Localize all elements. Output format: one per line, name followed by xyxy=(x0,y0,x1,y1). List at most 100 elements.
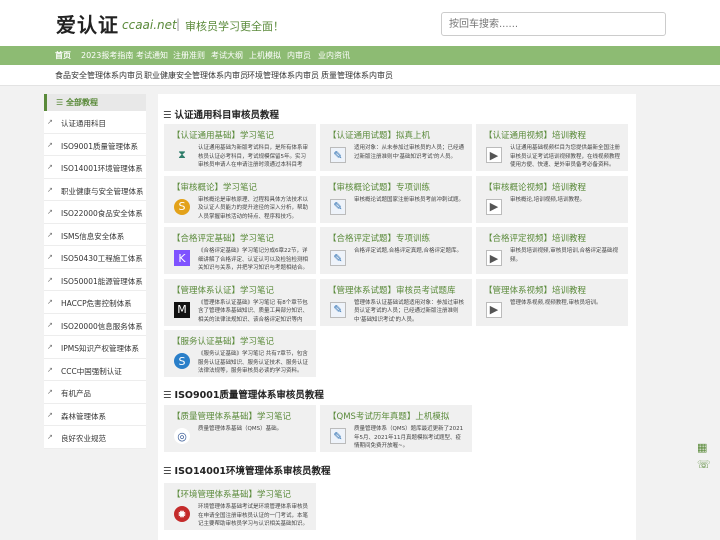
external-link-icon: ↗ xyxy=(47,298,53,306)
nav-registration-rules[interactable]: 注册准则 xyxy=(173,50,205,61)
nav-exam-guide[interactable]: 2023报考指南 xyxy=(81,50,133,61)
sidebar-item[interactable]: ↗ ISMS信息安全体系 xyxy=(44,224,146,246)
course-card[interactable]: 【服务认证基础】学习笔记 S 《服务认证基础》学习笔记 共有7章节，包含服务认证基础… xyxy=(164,330,316,377)
coin-icon: S xyxy=(174,198,190,215)
card-title[interactable]: 【认证通用视频】培训教程 xyxy=(484,129,586,141)
card-title[interactable]: 【合格评定视频】培训教程 xyxy=(484,232,586,244)
list-icon: ☰ xyxy=(163,466,172,477)
sidebar-item-label: ISO20000信息服务体系 xyxy=(61,321,143,331)
external-link-icon: ↗ xyxy=(47,410,53,419)
card-description: 认证通用基础为新版考试科目，是所有体系审核员认证必考科目，考试规模保留5年。实习… xyxy=(198,145,309,168)
card-title[interactable]: 【管理体系试题】审核员考试题库 xyxy=(328,284,456,296)
course-card[interactable]: 【管理体系试题】审核员考试题库 ✎ 管理体系认证基础试题适用对象：参加过审核员认证考… xyxy=(320,278,472,326)
sidebar-item-label: ISO14001环境管理体系 xyxy=(61,164,143,173)
course-card[interactable]: 【认证通用试题】拟真上机 ✎ 适用对象：从未参加过审核员的人员；已经通过新版注册准则… xyxy=(320,124,472,171)
edit-icon: ✎ xyxy=(330,250,346,266)
external-link-icon: ↗ xyxy=(47,185,53,194)
site-logo[interactable]: 爱认证 xyxy=(56,9,119,38)
course-card[interactable]: 【认证通用基础】学习笔记 ⧗ 认证通用基础为新版考试科目，是所有体系审核员认证必考科… xyxy=(164,124,316,171)
logo-separator: | xyxy=(176,17,181,31)
video-icon: ▶ xyxy=(486,301,502,318)
section-title: ☰ 认证通用科目审核员教程 xyxy=(163,110,280,121)
course-card[interactable]: 【环境管理体系基础】学习笔记 ✹ 环境管理体系基础考试是环境管理体系审核员在申请全国… xyxy=(164,483,316,530)
sidebar-item[interactable]: ↗ 有机产品 xyxy=(44,381,146,404)
course-card[interactable]: 【管理体系视频】培训教程 ▶ 管理体系视频,视频教程,审核员培训。 xyxy=(476,278,628,326)
card-title[interactable]: 【服务认证基础】学习笔记 xyxy=(172,335,274,347)
sidebar-item[interactable]: ↗ ISO50430工程施工体系 xyxy=(44,246,146,269)
card-title[interactable]: 【QMS考试历年真题】上机模拟 xyxy=(328,410,449,422)
sidebar-item[interactable]: ↗ 认证通用科目 xyxy=(44,111,146,134)
video-icon: ▶ xyxy=(486,250,502,266)
search-input[interactable] xyxy=(441,12,666,36)
card-title[interactable]: 【环境管理体系基础】学习笔记 xyxy=(172,488,291,500)
course-card[interactable]: 【合格评定试题】专项训练 ✎ 合格评定试题,合格评定真题,合格评定题库。 xyxy=(320,227,472,274)
external-link-icon: ↗ xyxy=(47,208,53,216)
nav-mock-exam[interactable]: 上机模拟 xyxy=(249,50,281,61)
edit-icon: ✎ xyxy=(330,428,346,444)
wechat-icon[interactable]: ☏ xyxy=(697,458,711,471)
sidebar-item[interactable]: ↗ ISO9001质量管理体系 xyxy=(44,134,146,156)
subnav-food-safety[interactable]: 食品安全管理体系内审员 xyxy=(55,70,143,81)
sidebar-item-label: ISO9001质量管理体系 xyxy=(61,141,138,151)
card-title[interactable]: 【质量管理体系基础】学习笔记 xyxy=(172,410,291,422)
nav-exam-notice[interactable]: 考试通知 xyxy=(136,50,168,61)
course-card[interactable]: 【合格评定基础】学习笔记 K 《合格评定基础》学习笔记分成6章22节，详细讲解了合格… xyxy=(164,227,316,274)
card-title[interactable]: 【管理体系视频】培训教程 xyxy=(484,284,586,296)
card-title[interactable]: 【认证通用试题】拟真上机 xyxy=(328,129,430,141)
sidebar-item[interactable]: ↗ ISO20000信息服务体系 xyxy=(44,314,146,336)
section-title: ☰ ISO9001质量管理体系审核员教程 xyxy=(163,390,324,401)
card-title[interactable]: 【合格评定试题】专项训练 xyxy=(328,232,430,244)
sidebar-item-label: CCC中国强制认证 xyxy=(61,366,122,376)
list-icon: ☰ xyxy=(163,390,172,401)
kotlin-icon: K xyxy=(174,250,190,266)
sidebar-item[interactable]: ↗ CCC中国强制认证 xyxy=(44,359,146,381)
sidebar-item-label: 良好农业规范 xyxy=(61,434,106,443)
card-description: 认证通用基础视频栏目为您提供最新全国注册审核员认证考试培训视频教程，在线视频教程… xyxy=(510,145,621,168)
external-link-icon: ↗ xyxy=(47,230,53,239)
nav-exam-syllabus[interactable]: 考试大纲 xyxy=(211,50,243,61)
main-content: ☰ 认证通用科目审核员教程 【认证通用基础】学习笔记 ⧗ 认证通用基础为新版考试科目，… xyxy=(158,94,636,540)
card-description: 管理体系认证基础试题适用对象：参加过审核员认证考试的人员；已经通过新版注册准则中… xyxy=(354,299,465,323)
course-card[interactable]: 【认证通用视频】培训教程 ▶ 认证通用基础视频栏目为您提供最新全国注册审核员认证考试… xyxy=(476,124,628,171)
sidebar-item[interactable]: ↗ HACCP危害控制体系 xyxy=(44,291,146,314)
sidebar-item[interactable]: ↗ IPMS知识产权管理体系 xyxy=(44,336,146,359)
course-card[interactable]: 【审核概论视频】培训教程 ▶ 审核概论,培训视频,培训教程。 xyxy=(476,175,628,223)
card-title[interactable]: 【合格评定基础】学习笔记 xyxy=(172,232,274,244)
external-link-icon: ↗ xyxy=(47,275,53,284)
card-description: 适用对象：从未参加过审核员的人员；已经通过新版注册准则中'基础知识考试'的人员。 xyxy=(354,145,465,160)
edit-icon: ✎ xyxy=(330,301,346,318)
course-card[interactable]: 【管理体系认证】学习笔记 M 《管理体系认证基础》学习笔记 有8个章节包含了管理体系… xyxy=(164,278,316,326)
s-icon: S xyxy=(174,353,190,369)
sidebar-item[interactable]: ↗ ISO50001能源管理体系 xyxy=(44,269,146,291)
sidebar-item[interactable]: ↗ 良好农业规范 xyxy=(44,426,146,449)
nav-industry-news[interactable]: 业内资讯 xyxy=(318,50,350,61)
card-description: 《管理体系认证基础》学习笔记 有8个章节包含了管理体系基础知识、质量工具部分知识… xyxy=(198,299,309,323)
subnav-ohs[interactable]: 职业健康安全管理体系内审员 xyxy=(144,70,248,81)
subnav-environment[interactable]: 环境管理体系内审员 xyxy=(247,70,319,81)
qrcode-icon[interactable]: ▦ xyxy=(697,441,707,454)
card-title[interactable]: 【审核概论】学习笔记 xyxy=(172,181,257,193)
nav-internal-auditor[interactable]: 内审员 xyxy=(287,50,311,61)
card-title[interactable]: 【审核概论视频】培训教程 xyxy=(484,181,586,193)
video-icon: ▶ xyxy=(486,198,502,215)
card-title[interactable]: 【审核概论试题】专项训练 xyxy=(328,181,430,193)
subnav-quality[interactable]: 质量管理体系内审员 xyxy=(321,70,393,81)
site-domain: ccaai.net xyxy=(122,18,177,32)
course-card[interactable]: 【合格评定视频】培训教程 ▶ 审核员培训视频,审核员培训,合格评定基础视频。 xyxy=(476,227,628,274)
sidebar-item-label: 森林管理体系 xyxy=(61,411,106,421)
edit-icon: ✎ xyxy=(330,147,346,163)
sidebar-item[interactable]: ↗ ISO22000食品安全体系 xyxy=(44,201,146,224)
sidebar-item[interactable]: ↗ 职业健康与安全管理体系 xyxy=(44,179,146,201)
sidebar-item[interactable]: ↗ ISO14001环境管理体系 xyxy=(44,156,146,179)
card-title[interactable]: 【认证通用基础】学习笔记 xyxy=(172,129,274,141)
course-card[interactable]: 【审核概论试题】专项训练 ✎ 审核概论试题国家注册审核员考前冲刺试题。 xyxy=(320,175,472,223)
nav-home[interactable]: 首页 xyxy=(55,50,71,61)
main-nav: 首页 2023报考指南 考试通知 注册准则 考试大纲 上机模拟 内审员 业内资讯 xyxy=(0,46,720,65)
card-description: 质量管理体系基础（QMS）基础。 xyxy=(198,426,283,432)
course-card[interactable]: 【QMS考试历年真题】上机模拟 ✎ 质量管理体系（QMS）题库最近更新了2021年5… xyxy=(320,405,472,452)
card-description: 《合格评定基础》学习笔记分成6章22节，详细讲解了合格评定、认证认可以及检验检测… xyxy=(198,248,309,271)
course-card[interactable]: 【质量管理体系基础】学习笔记 ◎ 质量管理体系基础（QMS）基础。 xyxy=(164,405,316,452)
card-title[interactable]: 【管理体系认证】学习笔记 xyxy=(172,284,274,296)
course-card[interactable]: 【审核概论】学习笔记 S 审核概论是审核原理、过程和具体方法技术以及认证人员能力的提… xyxy=(164,175,316,223)
sidebar-item[interactable]: ↗ 森林管理体系 xyxy=(44,404,146,426)
